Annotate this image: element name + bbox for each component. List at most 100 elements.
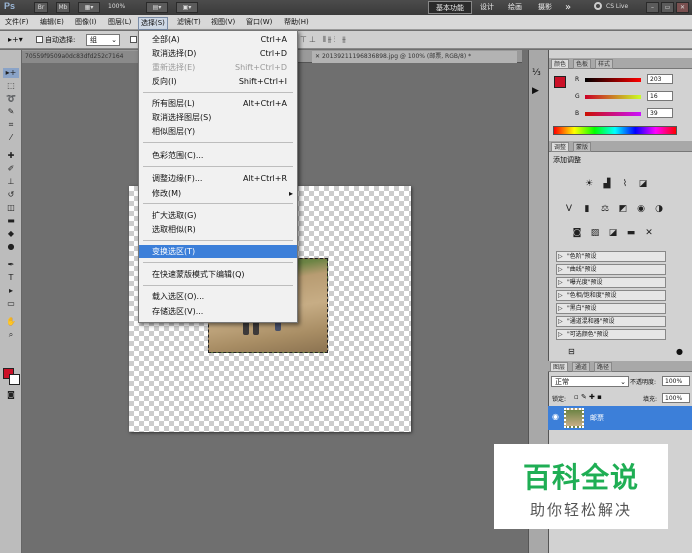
menu-image[interactable]: 图像(I)	[73, 17, 99, 28]
menu-modify[interactable]: 修改(M) ▸	[139, 187, 297, 200]
preset-levels[interactable]: "色阶"预设	[556, 251, 666, 262]
menu-help[interactable]: 帮助(H)	[282, 17, 311, 28]
crop-tool-icon[interactable]: ⌗	[3, 120, 19, 130]
fill-input[interactable]: 100%	[662, 393, 690, 403]
gradient-tool-icon[interactable]: ▬	[3, 216, 19, 226]
minimize-button[interactable]: –	[646, 2, 659, 13]
blend-mode-select[interactable]: 正常 ⌄	[551, 376, 629, 387]
close-button[interactable]: ✕	[676, 2, 689, 13]
preset-exposure[interactable]: "曝光度"预设	[556, 277, 666, 288]
adjust-options-icon[interactable]: ●	[676, 347, 683, 356]
menu-inverse[interactable]: 反向(I) Shift+Ctrl+I	[139, 75, 297, 88]
arrange-documents-button[interactable]: ▤▾	[146, 2, 168, 13]
menu-load-selection[interactable]: 载入选区(O)...	[139, 290, 297, 303]
hand-tool-icon[interactable]: ✋	[3, 317, 19, 327]
quick-mask-icon[interactable]: ◙	[3, 390, 19, 400]
menu-transform-selection[interactable]: 变换选区(T)	[139, 245, 297, 258]
tab-layers[interactable]: 图层	[550, 362, 569, 372]
preset-black-white[interactable]: "黑白"预设	[556, 303, 666, 314]
workspace-photography[interactable]: 摄影	[534, 1, 556, 14]
menu-deselect-layers[interactable]: 取消选择图层(S)	[139, 111, 297, 124]
levels-icon[interactable]: ▟	[601, 179, 613, 189]
background-color-swatch[interactable]	[9, 374, 20, 385]
tab-swatches[interactable]: 色板	[573, 59, 592, 69]
lock-icons[interactable]: ▫ ✎ ✚ ▪	[574, 393, 602, 401]
tab-styles[interactable]: 样式	[595, 59, 614, 69]
workspace-basic[interactable]: 基本功能	[428, 1, 472, 14]
menu-all-layers[interactable]: 所有图层(L) Alt+Ctrl+A	[139, 97, 297, 110]
move-tool-preset-icon[interactable]: ▸+▾	[8, 35, 23, 44]
zoom-tool-icon[interactable]: ⌕	[3, 330, 19, 340]
healing-tool-icon[interactable]: ✚	[3, 151, 19, 161]
pen-tool-icon[interactable]: ✒	[3, 260, 19, 270]
menu-grow[interactable]: 扩大选取(G)	[139, 209, 297, 222]
menu-color-range[interactable]: 色彩范围(C)...	[139, 149, 297, 162]
clip-to-layer-icon[interactable]: ⊟	[568, 347, 575, 356]
menu-view[interactable]: 视图(V)	[209, 17, 237, 28]
restore-button[interactable]: ▭	[661, 2, 674, 13]
brush-tool-icon[interactable]: ✐	[3, 164, 19, 174]
marquee-tool-icon[interactable]: ⬚	[3, 81, 19, 91]
move-tool-icon[interactable]: ▸+	[3, 68, 19, 78]
tab-document-2[interactable]: ✕ 20139211196836898.jpg @ 100% (邮票, RGB/…	[312, 51, 517, 63]
layer-row[interactable]: ◉ 邮票	[548, 406, 692, 430]
exposure-icon[interactable]: ◪	[637, 179, 649, 189]
channel-b-slider[interactable]	[585, 112, 641, 116]
channel-b-value[interactable]: 39	[647, 108, 673, 118]
menu-layer[interactable]: 图层(L)	[106, 17, 133, 28]
zoom-level[interactable]: 100%	[108, 3, 125, 10]
tab-masks[interactable]: 蒙版	[573, 142, 592, 152]
menu-file[interactable]: 文件(F)	[3, 17, 31, 28]
menu-similar-layers[interactable]: 相似图层(Y)	[139, 125, 297, 138]
invert-icon[interactable]: ◙	[571, 228, 583, 238]
history-panel-icon[interactable]: ⅓	[532, 68, 541, 78]
menu-deselect[interactable]: 取消选择(D) Ctrl+D	[139, 47, 297, 60]
opacity-input[interactable]: 100%	[662, 376, 690, 386]
posterize-icon[interactable]: ▨	[589, 228, 601, 238]
workspace-painting[interactable]: 绘画	[504, 1, 526, 14]
tab-adjustments[interactable]: 调整	[551, 142, 570, 152]
hue-saturation-icon[interactable]: ▮	[581, 204, 593, 214]
preset-curves[interactable]: "曲线"预设	[556, 264, 666, 275]
screen-mode-button[interactable]: ▣▾	[176, 2, 198, 13]
mini-bridge-button[interactable]: Mb	[56, 2, 70, 13]
auto-select-dropdown[interactable]: 组 ⌄	[86, 34, 120, 46]
color-spectrum-bar[interactable]	[553, 126, 677, 135]
more-workspaces-button[interactable]: »	[562, 1, 574, 14]
view-extras-button[interactable]: ▦▾	[78, 2, 100, 13]
dodge-tool-icon[interactable]: ●	[3, 242, 19, 252]
preset-hue-saturation[interactable]: "色相/饱和度"预设	[556, 290, 666, 301]
black-white-icon[interactable]: ◩	[617, 204, 629, 214]
eye-icon[interactable]: ◉	[552, 412, 559, 421]
eraser-tool-icon[interactable]: ◫	[3, 203, 19, 213]
menu-window[interactable]: 窗口(W)	[244, 17, 274, 28]
channel-g-value[interactable]: 16	[647, 91, 673, 101]
menu-select[interactable]: 选择(S)	[138, 17, 168, 30]
quick-select-tool-icon[interactable]: ✎	[3, 107, 19, 117]
selective-color-icon[interactable]: ✕	[643, 228, 655, 238]
preset-selective-color[interactable]: "可选颜色"预设	[556, 329, 666, 340]
menu-refine-edge[interactable]: 调整边缘(F)... Alt+Ctrl+R	[139, 172, 297, 185]
curves-icon[interactable]: ⌇	[619, 179, 631, 189]
menu-quick-mask[interactable]: 在快速蒙版模式下编辑(Q)	[139, 268, 297, 281]
clone-stamp-tool-icon[interactable]: ⊥	[3, 177, 19, 187]
align-icons[interactable]: ⊤⊥ ⫴⫵⫶ ⫵	[300, 35, 348, 45]
photo-filter-icon[interactable]: ◉	[635, 204, 647, 214]
gradient-map-icon[interactable]: ▬	[625, 228, 637, 238]
blur-tool-icon[interactable]: ◆	[3, 229, 19, 239]
eyedropper-tool-icon[interactable]: ⁄	[3, 133, 19, 143]
channel-mixer-icon[interactable]: ◑	[653, 204, 665, 214]
menu-edit[interactable]: 编辑(E)	[38, 17, 66, 28]
menu-save-selection[interactable]: 存储选区(V)...	[139, 305, 297, 318]
workspace-design[interactable]: 设计	[476, 1, 498, 14]
menu-similar[interactable]: 选取相似(R)	[139, 223, 297, 236]
color-panel-fg-swatch[interactable]	[554, 76, 566, 88]
show-transform-checkbox[interactable]	[130, 36, 137, 43]
tab-paths[interactable]: 路径	[594, 362, 613, 372]
shape-tool-icon[interactable]: ▭	[3, 299, 19, 309]
auto-select-checkbox[interactable]	[36, 36, 43, 43]
history-brush-tool-icon[interactable]: ↺	[3, 190, 19, 200]
close-icon[interactable]: ✕	[315, 53, 322, 60]
menu-select-all[interactable]: 全部(A) Ctrl+A	[139, 33, 297, 46]
channel-r-value[interactable]: 203	[647, 74, 673, 84]
